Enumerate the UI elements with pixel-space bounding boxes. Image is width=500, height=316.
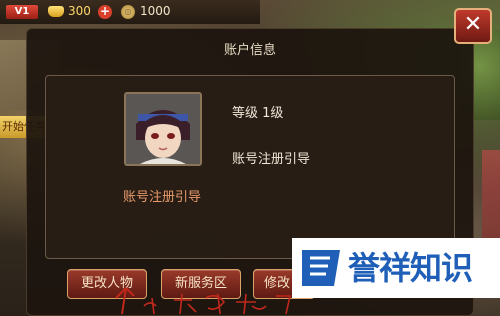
dialog-title: 账户信息 — [223, 43, 276, 58]
watermark-logo-icon — [302, 250, 340, 286]
site-watermark: 誉祥知识 — [292, 238, 500, 298]
character-portrait-icon — [126, 94, 200, 164]
character-avatar — [124, 92, 202, 166]
close-icon: ✕ — [463, 12, 483, 37]
watermark-text: 誉祥知识 — [348, 249, 473, 287]
handwritten-annotation — [115, 287, 291, 315]
account-guide-label: 账号注册引导 — [232, 152, 311, 167]
level-label: 等级 1级 — [232, 106, 284, 121]
vip-badge[interactable]: V1 — [6, 5, 38, 19]
coin-amount: 1000 — [140, 4, 171, 18]
add-gold-button[interactable]: + — [98, 5, 112, 19]
status-bar: V1 300 + ◎ 1000 — [0, 0, 260, 24]
gold-ingot-icon — [48, 6, 64, 17]
character-name: 账号注册引导 — [122, 190, 201, 205]
gold-amount: 300 — [68, 4, 91, 18]
account-panel: 账号注册引导 等级 1级 账号注册引导 — [45, 75, 455, 259]
coin-icon: ◎ — [121, 5, 135, 19]
close-button[interactable]: ✕ — [454, 8, 492, 44]
